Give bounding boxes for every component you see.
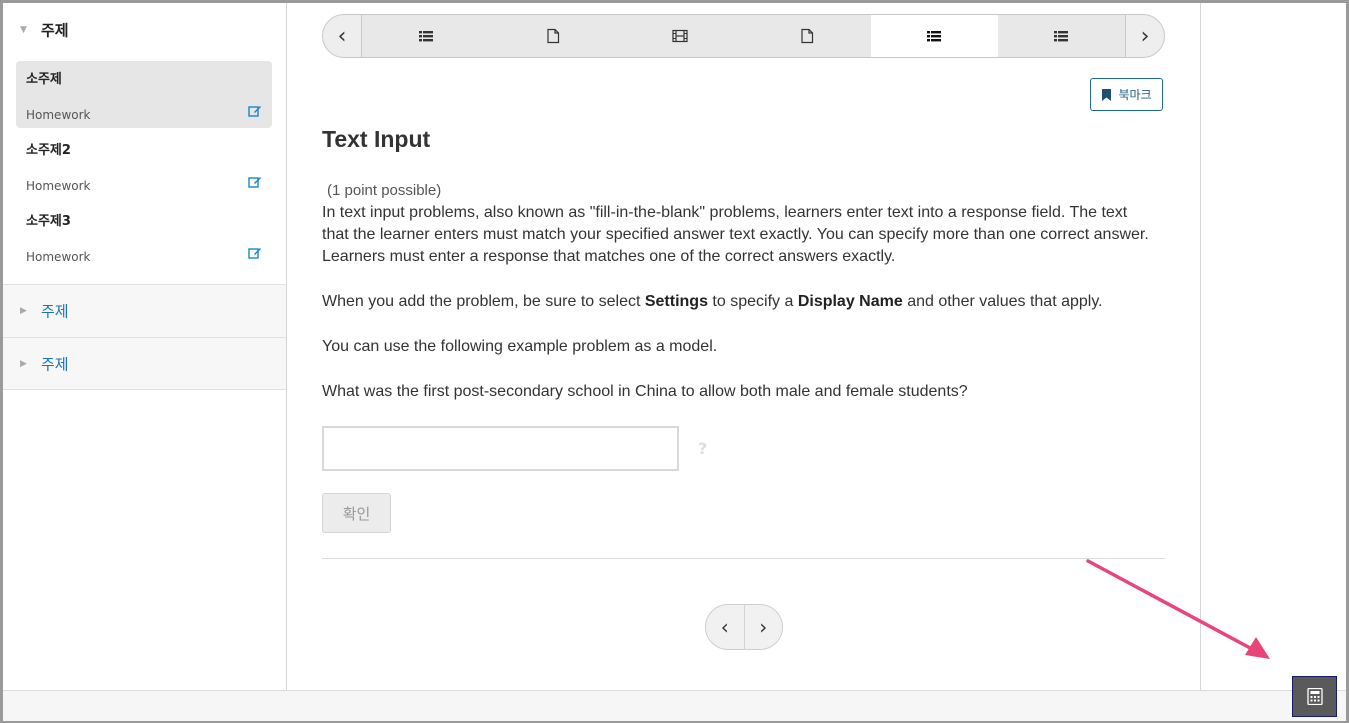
bookmark-button[interactable]: 북마크: [1090, 78, 1163, 111]
film-icon: [672, 29, 688, 43]
problem-question: What was the first post-secondary school…: [322, 383, 968, 400]
sequence-next-button[interactable]: ›: [1125, 14, 1165, 58]
subsection-format: Homework: [26, 250, 91, 264]
bottom-next-button[interactable]: ›: [745, 605, 783, 649]
settings-text-before: When you add the problem, be sure to sel…: [322, 293, 645, 310]
footer-band: [3, 690, 1346, 721]
list-icon: [1054, 31, 1069, 42]
settings-strong-display-name: Display Name: [797, 293, 903, 310]
sequence-tab-6[interactable]: [998, 15, 1125, 57]
section-title: 주제: [41, 302, 69, 321]
calculator-icon: [1306, 688, 1323, 705]
sequence-tab-1[interactable]: [362, 15, 489, 57]
edit-icon: [248, 177, 261, 188]
calculator-button[interactable]: [1292, 676, 1337, 717]
sequence-navigation: ‹ ›: [322, 14, 1165, 58]
edit-icon: [248, 248, 261, 259]
sequence-tab-5-active[interactable]: [870, 15, 998, 57]
document-icon: [547, 28, 559, 44]
settings-text-middle: to specify a: [707, 293, 798, 310]
sequence-tab-3[interactable]: [616, 15, 743, 57]
section-heading-expanded[interactable]: ▼ 주제: [3, 4, 286, 56]
submit-button[interactable]: 확인: [322, 493, 391, 533]
subsection-item-3[interactable]: 소주제3 Homework: [16, 203, 272, 270]
problem-title: Text Input: [322, 126, 431, 152]
sequence-tab-2[interactable]: [489, 15, 616, 57]
section-heading-collapsed[interactable]: ▶ 주제: [3, 284, 286, 337]
caret-right-icon: ▶: [20, 358, 27, 369]
section-title: 주제: [41, 21, 69, 40]
problem-intro: In text input problems, also known as "f…: [322, 204, 1149, 265]
problem-settings-text: When you add the problem, be sure to sel…: [322, 291, 1152, 313]
course-outline-sidebar: ▼ 주제 소주제 Homework 소주제2 Homework 소주제3 Hom…: [3, 3, 287, 690]
subsection-title: 소주제: [26, 72, 62, 87]
list-icon: [418, 31, 433, 42]
bookmark-icon: [1102, 88, 1112, 101]
subsection-item-2[interactable]: 소주제2 Homework: [16, 132, 272, 199]
problem-model-text: You can use the following example proble…: [322, 338, 718, 355]
problem-points: (1 point possible): [327, 182, 442, 199]
bottom-sequence-nav: ‹ ›: [705, 604, 783, 650]
caret-right-icon: ▶: [20, 306, 27, 316]
answer-input[interactable]: [322, 426, 679, 471]
section-title: 주제: [41, 355, 69, 373]
list-icon: [927, 31, 942, 42]
document-icon: [801, 28, 814, 44]
sequence-tabs: [362, 14, 1125, 58]
subsection-format: Homework: [26, 108, 91, 122]
sequence-previous-button[interactable]: ‹: [322, 14, 362, 58]
annotation-arrow: [1086, 559, 1270, 659]
section-heading-collapsed[interactable]: ▶ 주제: [3, 337, 286, 390]
subsection-title: 소주제2: [26, 143, 71, 158]
caret-down-icon: ▼: [20, 25, 27, 35]
edit-icon: [248, 106, 261, 117]
help-question-mark: ?: [698, 439, 708, 458]
settings-text-after: and other values that apply.: [902, 293, 1103, 310]
sequence-tab-4[interactable]: [744, 15, 871, 57]
bookmark-label: 북마크: [1118, 88, 1152, 102]
bottom-previous-button[interactable]: ‹: [706, 605, 745, 649]
subsection-title: 소주제3: [26, 214, 71, 229]
unit-content: ‹ › 북마크 Text Input (1 point possible) In…: [287, 3, 1201, 690]
subsection-item-1[interactable]: 소주제 Homework: [16, 61, 272, 128]
settings-strong-settings: Settings: [644, 293, 708, 310]
content-divider: [322, 558, 1165, 559]
subsection-format: Homework: [26, 179, 91, 193]
